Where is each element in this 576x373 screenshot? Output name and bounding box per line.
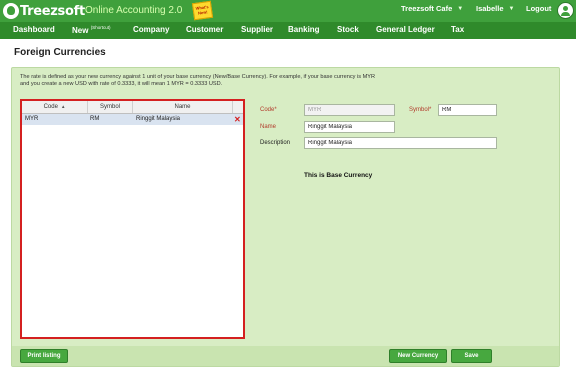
nav-general-ledger[interactable]: General Ledger <box>376 25 435 34</box>
nav-customer[interactable]: Customer <box>186 25 223 34</box>
name-label: Name <box>260 124 277 130</box>
code-label: Code* <box>260 107 277 113</box>
company-menu[interactable]: Treezsoft Cafe ▼ <box>401 4 463 13</box>
save-button[interactable]: Save <box>451 349 492 363</box>
top-bar: Treezsoft Online Accounting 2.0 What's N… <box>0 0 576 22</box>
company-name: Treezsoft Cafe <box>401 4 453 13</box>
user-account-icon[interactable] <box>557 2 574 19</box>
column-header-symbol[interactable]: Symbol <box>88 101 133 113</box>
print-listing-button[interactable]: Print listing <box>20 349 68 363</box>
tree-logo-icon <box>3 3 19 19</box>
delete-icon[interactable]: ✕ <box>234 114 241 125</box>
base-currency-note: This is Base Currency <box>304 172 373 179</box>
symbol-label: Symbol* <box>409 107 432 113</box>
nav-dashboard[interactable]: Dashboard <box>13 25 55 34</box>
name-field[interactable] <box>304 121 395 133</box>
code-field[interactable] <box>304 104 395 116</box>
nav-supplier[interactable]: Supplier <box>241 25 273 34</box>
row-code: MYR <box>25 116 39 122</box>
description-label: Description <box>260 140 291 146</box>
sort-ascending-icon: ▲ <box>60 104 66 109</box>
brand-name: Treezsoft <box>20 3 85 19</box>
column-code-label: Code <box>43 104 58 110</box>
nav-new-label: New <box>72 26 89 35</box>
nav-new[interactable]: New (Shortcut) <box>72 25 110 35</box>
nav-tax[interactable]: Tax <box>451 25 464 34</box>
row-symbol: RM <box>90 116 100 122</box>
product-name: Online Accounting 2.0 <box>85 5 183 16</box>
column-header-code[interactable]: Code ▲ <box>22 101 88 113</box>
row-name: Ringgit Malaysia <box>136 116 181 122</box>
chevron-down-icon: ▼ <box>457 5 464 12</box>
nav-banking[interactable]: Banking <box>288 25 320 34</box>
table-row[interactable]: MYR RM Ringgit Malaysia ✕ <box>22 114 243 125</box>
symbol-field[interactable] <box>438 104 497 116</box>
currency-list[interactable]: Code ▲ Symbol Name MYR RM Ringgit Malaysi… <box>20 99 245 339</box>
user-menu[interactable]: Isabelle ▼ <box>476 4 514 13</box>
description-field[interactable] <box>304 137 497 149</box>
chevron-down-icon: ▼ <box>508 5 515 12</box>
info-text: The rate is defined as your new currency… <box>20 74 376 87</box>
page-title: Foreign Currencies <box>14 47 106 58</box>
whats-new-badge[interactable]: What's New! <box>191 0 214 21</box>
user-name: Isabelle <box>476 4 504 13</box>
brand-logo[interactable]: Treezsoft <box>3 2 85 20</box>
logout-link[interactable]: Logout <box>526 4 551 13</box>
main-nav: Dashboard New (Shortcut) Company Custome… <box>0 22 576 39</box>
new-currency-button[interactable]: New Currency <box>389 349 447 363</box>
list-header: Code ▲ Symbol Name <box>22 101 243 114</box>
nav-new-shortcut: (Shortcut) <box>90 25 111 30</box>
column-header-name[interactable]: Name <box>133 101 233 113</box>
nav-company[interactable]: Company <box>133 25 169 34</box>
nav-stock[interactable]: Stock <box>337 25 359 34</box>
